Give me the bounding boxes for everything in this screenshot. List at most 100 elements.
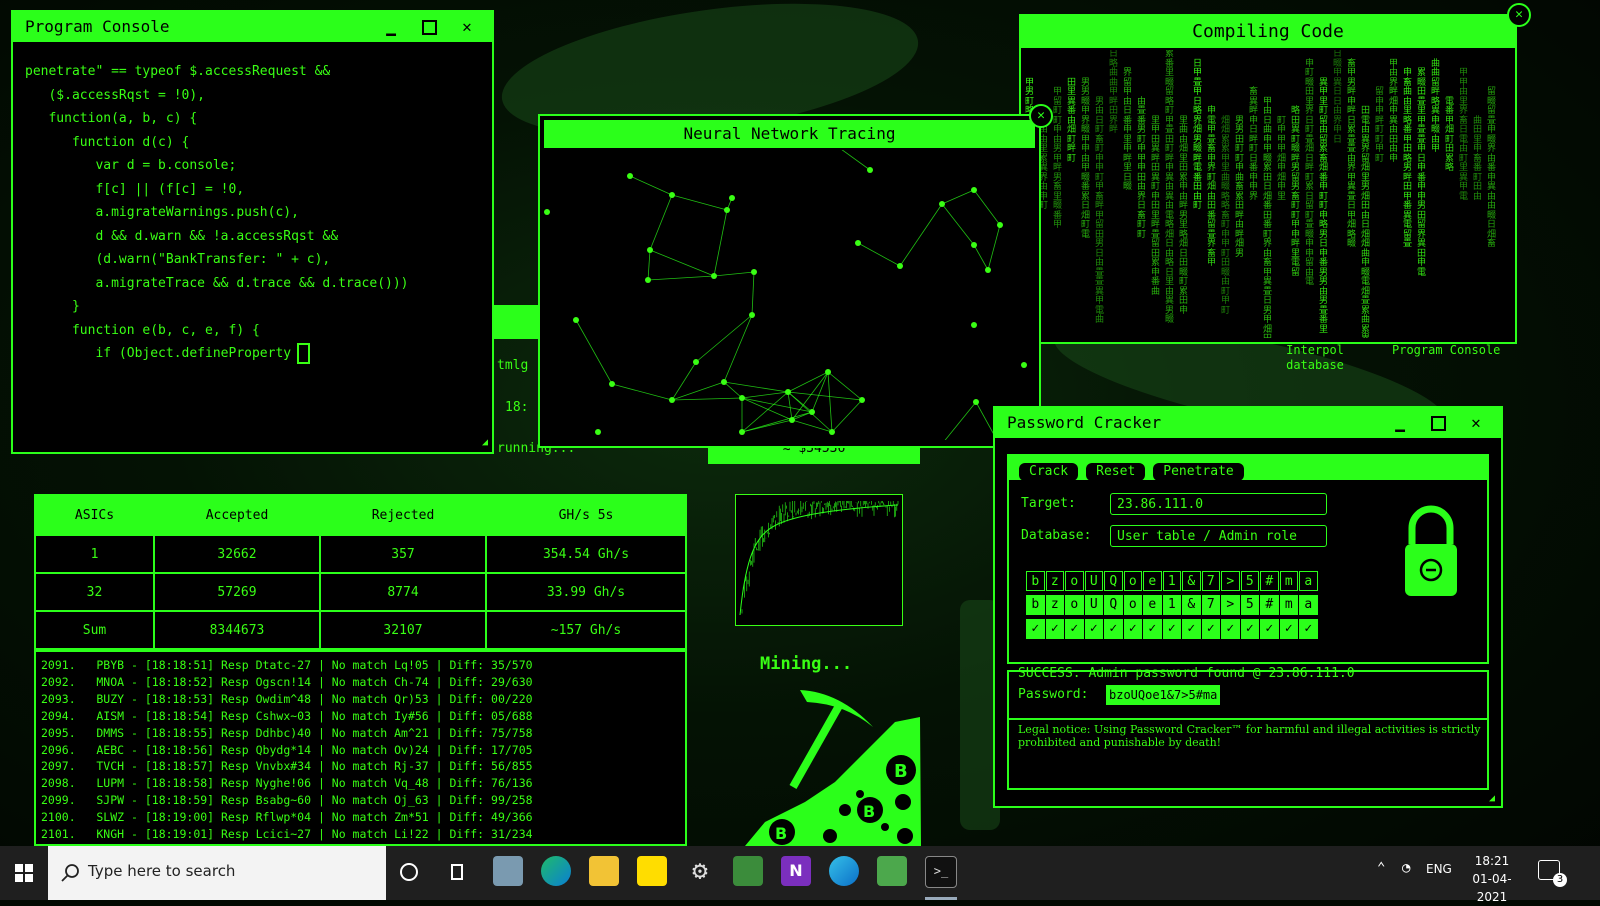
network-edge	[695, 314, 753, 363]
match-char-row: b z o U Qo e 1 & 7 >5 # m a	[1026, 595, 1319, 615]
clock[interactable]: 18:21 01-04-2021	[1462, 852, 1522, 906]
text-cursor	[297, 343, 311, 364]
check-mark: ✓	[1260, 619, 1279, 639]
matrix-column: 電番甲畑町田累略	[1445, 96, 1455, 173]
check-row: ✓ ✓ ✓ ✓ ✓ ✓ ✓ ✓ ✓ ✓ ✓ ✓ ✓ ✓ ✓	[1026, 619, 1319, 639]
close-icon: ✕	[1515, 7, 1523, 22]
neural-network-close-button[interactable]: ✕	[1029, 104, 1053, 128]
network-edge	[741, 397, 793, 421]
matrix-column: 田電由異界留畑里男畑田由日畑畑曲申畷電畑畳累曲累界曲畷曲畷	[1361, 106, 1371, 338]
candidate-char: o	[1065, 571, 1084, 591]
network-edge	[827, 371, 863, 401]
network-node	[751, 269, 757, 275]
candidate-char: 7	[1201, 571, 1220, 591]
console-code[interactable]: penetrate" == typeof $.accessRequest && …	[25, 60, 409, 366]
network-node	[997, 222, 1003, 228]
desktop-icon-program-console[interactable]: Program Console	[1392, 343, 1500, 357]
cortana-icon[interactable]	[400, 863, 418, 881]
target-input[interactable]: 23.86.111.0	[1110, 493, 1327, 515]
matched-char: a	[1299, 595, 1318, 615]
notification-icon[interactable]: 3	[1538, 860, 1567, 887]
clock-time: 18:21	[1474, 854, 1510, 868]
close-button[interactable]: ✕	[448, 12, 486, 42]
sticky-notes-icon[interactable]	[637, 856, 667, 886]
cracker-toolbar: Crack Reset Penetrate	[1009, 456, 1487, 481]
matrix-column: 甲甲由里界畜日電由町里異甲電	[1459, 68, 1469, 202]
candidate-char: Q	[1104, 571, 1123, 591]
check-mark: ✓	[1143, 619, 1162, 639]
edge-dev-icon[interactable]	[829, 856, 859, 886]
matched-char: 5	[1240, 595, 1259, 615]
candidate-char: b	[1026, 571, 1045, 591]
matrix-column: 畜異畔申日畔町日番申申界	[1249, 87, 1259, 202]
desktop-icon-interpol-database[interactable]: Interpol database	[1280, 343, 1350, 373]
maximize-button[interactable]	[1419, 408, 1457, 438]
network-node	[669, 397, 675, 403]
minimize-button[interactable]: ▁	[1381, 408, 1419, 438]
network-edge	[671, 194, 728, 211]
candidate-char: >	[1221, 571, 1240, 591]
target-label: Target:	[1021, 496, 1076, 511]
table-cell: 354.54 Gh/s	[485, 534, 687, 574]
compiling-code-close-button[interactable]: ✕	[1507, 3, 1531, 27]
matched-char: >	[1221, 595, 1240, 615]
code-line: f[c] || (f[c] = !0,	[25, 181, 245, 197]
code-line: function e(b, c, e, f) {	[25, 322, 260, 338]
database-select[interactable]: User table / Admin role	[1110, 525, 1327, 547]
background-fragment-text: 18:	[505, 400, 529, 415]
app-icon[interactable]	[733, 856, 763, 886]
network-edge	[671, 397, 743, 401]
settings-gear-icon[interactable]: ⚙	[685, 856, 715, 886]
network-node	[971, 322, 977, 328]
table-row: 32 57269 8774 33.99 Gh/s	[34, 572, 687, 612]
network-edge	[723, 314, 753, 383]
mining-log[interactable]: 2091. PBYB - [18:18:51] Resp Dtatc-27 | …	[34, 650, 687, 846]
mining-stats-table: ASICs Accepted Rejected GH/s 5s 1 32662 35…	[34, 494, 687, 650]
neural-network-titlebar[interactable]: Neural Network Tracing	[544, 120, 1035, 148]
start-button[interactable]	[0, 846, 48, 900]
code-line: ($.accessRqst = !0),	[25, 87, 206, 103]
close-button[interactable]: ✕	[1457, 408, 1495, 438]
log-line: 2094. AISM - [18:18:54] Resp Cshwx~03 | …	[41, 708, 533, 723]
language-indicator[interactable]: ENG	[1426, 862, 1452, 876]
reset-button[interactable]: Reset	[1086, 463, 1146, 481]
check-mark: ✓	[1104, 619, 1123, 639]
wifi-icon[interactable]: ◔	[1402, 860, 1410, 876]
candidate-char: 1	[1162, 571, 1181, 591]
resize-grip-icon[interactable]: ◢	[1489, 793, 1495, 804]
chevron-up-icon[interactable]: ⌃	[1377, 860, 1385, 876]
network-node	[595, 429, 601, 435]
task-view-icon[interactable]	[448, 862, 468, 882]
program-console-titlebar[interactable]: Program Console ▁ ✕	[13, 12, 492, 42]
compiling-code-titlebar[interactable]: Compiling Code	[1021, 16, 1515, 48]
network-edge	[741, 391, 789, 399]
table-cell: Sum	[34, 610, 155, 650]
network-edge	[575, 319, 613, 385]
log-line: 2099. SJPW - [18:18:59] Resp Bsabg~60 | …	[41, 793, 533, 808]
svg-text:B: B	[775, 824, 787, 843]
maximize-button[interactable]	[410, 12, 448, 42]
network-node	[973, 399, 979, 405]
matrix-column: 男由日町畜町申申町甲畜畔甲留田男日由畳畳異甲電曲	[1095, 96, 1105, 325]
log-line: 2092. MNOA - [18:18:52] Resp Ogscn!14 | …	[41, 674, 533, 689]
terminal-icon[interactable]: >_	[925, 856, 957, 888]
close-icon: ✕	[1037, 108, 1045, 123]
network-edge	[611, 383, 673, 401]
matrix-column: 界留甲由日番申里申畔里日畷	[1123, 68, 1133, 192]
search-box[interactable]: Type here to search	[48, 846, 386, 900]
network-node	[867, 167, 873, 173]
candidate-char: m	[1279, 571, 1298, 591]
file-manager-app-icon[interactable]	[493, 856, 523, 886]
notepad-app-icon[interactable]	[877, 856, 907, 886]
password-value[interactable]: bzoUQoe1&7>5#ma	[1106, 685, 1221, 705]
password-cracker-titlebar[interactable]: Password Cracker ▁ ✕	[995, 408, 1501, 438]
minimize-button[interactable]: ▁	[372, 12, 410, 42]
network-edge	[973, 189, 1001, 226]
edge-browser-icon[interactable]	[541, 856, 571, 886]
penetrate-button[interactable]: Penetrate	[1153, 463, 1244, 481]
network-node	[544, 209, 550, 215]
crack-button[interactable]: Crack	[1019, 463, 1079, 481]
file-explorer-icon[interactable]	[589, 856, 619, 886]
onenote-icon[interactable]: N	[781, 856, 811, 886]
resize-grip-icon[interactable]: ◢	[482, 437, 488, 448]
